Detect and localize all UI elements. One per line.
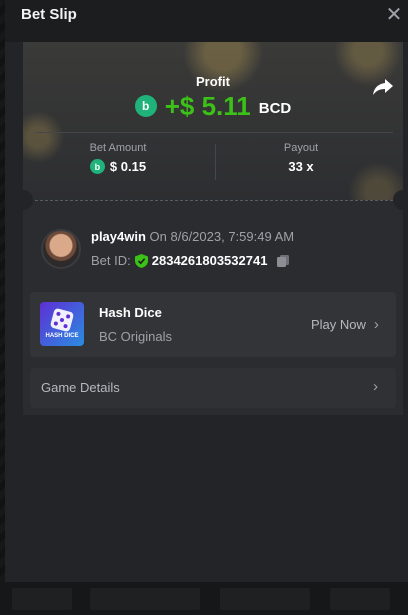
game-name: Hash Dice	[99, 305, 162, 320]
bet-slip-modal: Bet Slip ✕ Profit b +$ 5.11 BCD Bet Amou…	[5, 0, 408, 582]
payout-label: Payout	[283, 142, 319, 154]
avatar[interactable]	[41, 229, 81, 269]
bcd-coin-icon: b	[89, 159, 105, 174]
profit-hero: Profit b +$ 5.11 BCD Bet Amount b $ 0.15	[23, 42, 403, 200]
game-provider: BC Originals	[99, 329, 172, 344]
payout-stat: Payout 33 x	[221, 142, 381, 174]
profit-label: Profit	[196, 74, 230, 89]
bet-card: Profit b +$ 5.11 BCD Bet Amount b $ 0.15	[13, 42, 408, 415]
play-now-button[interactable]: Play Now ›	[311, 317, 379, 332]
modal-header: Bet Slip ✕	[5, 0, 408, 42]
bet-id-value: 2834261803532741	[151, 253, 268, 268]
profit-currency: BCD	[258, 99, 292, 117]
bet-time: On 8/6/2023, 7:59:49 AM	[149, 229, 295, 244]
copy-icon[interactable]	[276, 254, 290, 268]
hash-dice-thumbnail: HASH DICE	[40, 302, 84, 346]
game-row[interactable]: HASH DICE Hash Dice BC Originals Play No…	[30, 292, 396, 357]
bet-id-label: Bet ID:	[91, 253, 131, 268]
thumbnail-label: HASH DICE	[45, 333, 79, 339]
shield-check-icon	[134, 253, 148, 268]
bet-amount-label: Bet Amount	[89, 142, 147, 154]
payout-value: 33 x	[288, 159, 314, 174]
game-details-row[interactable]: Game Details ›	[30, 368, 396, 408]
tear-line	[35, 200, 393, 201]
ticket-notch-left	[13, 190, 33, 210]
game-details-label: Game Details	[41, 380, 120, 395]
bet-user-info: play4win On 8/6/2023, 7:59:49 AM Bet ID:…	[41, 229, 386, 273]
username[interactable]: play4win	[91, 229, 146, 244]
bet-amount-value: $ 0.15	[109, 159, 147, 174]
modal-title: Bet Slip	[21, 6, 77, 23]
bet-amount-value-row: b $ 0.15	[38, 159, 198, 174]
bet-amount-stat: Bet Amount b $ 0.15	[38, 142, 198, 174]
dice-icon	[49, 307, 75, 333]
close-icon[interactable]: ✕	[383, 4, 405, 26]
chevron-right-icon: ›	[373, 378, 378, 395]
share-icon[interactable]	[371, 76, 395, 98]
divider	[35, 132, 393, 133]
play-now-label: Play Now	[311, 317, 366, 332]
background-game-strip	[0, 582, 408, 615]
stat-separator	[215, 144, 216, 180]
bcd-coin-icon: b	[134, 95, 157, 117]
chevron-right-icon: ›	[373, 316, 379, 333]
ticket-notch-right	[393, 190, 408, 210]
profit-row: b +$ 5.11 BCD	[23, 90, 403, 122]
user-line: play4win On 8/6/2023, 7:59:49 AM	[91, 229, 294, 244]
profit-value: +$ 5.11	[164, 90, 251, 121]
bet-id-line: Bet ID: 2834261803532741	[91, 253, 290, 268]
